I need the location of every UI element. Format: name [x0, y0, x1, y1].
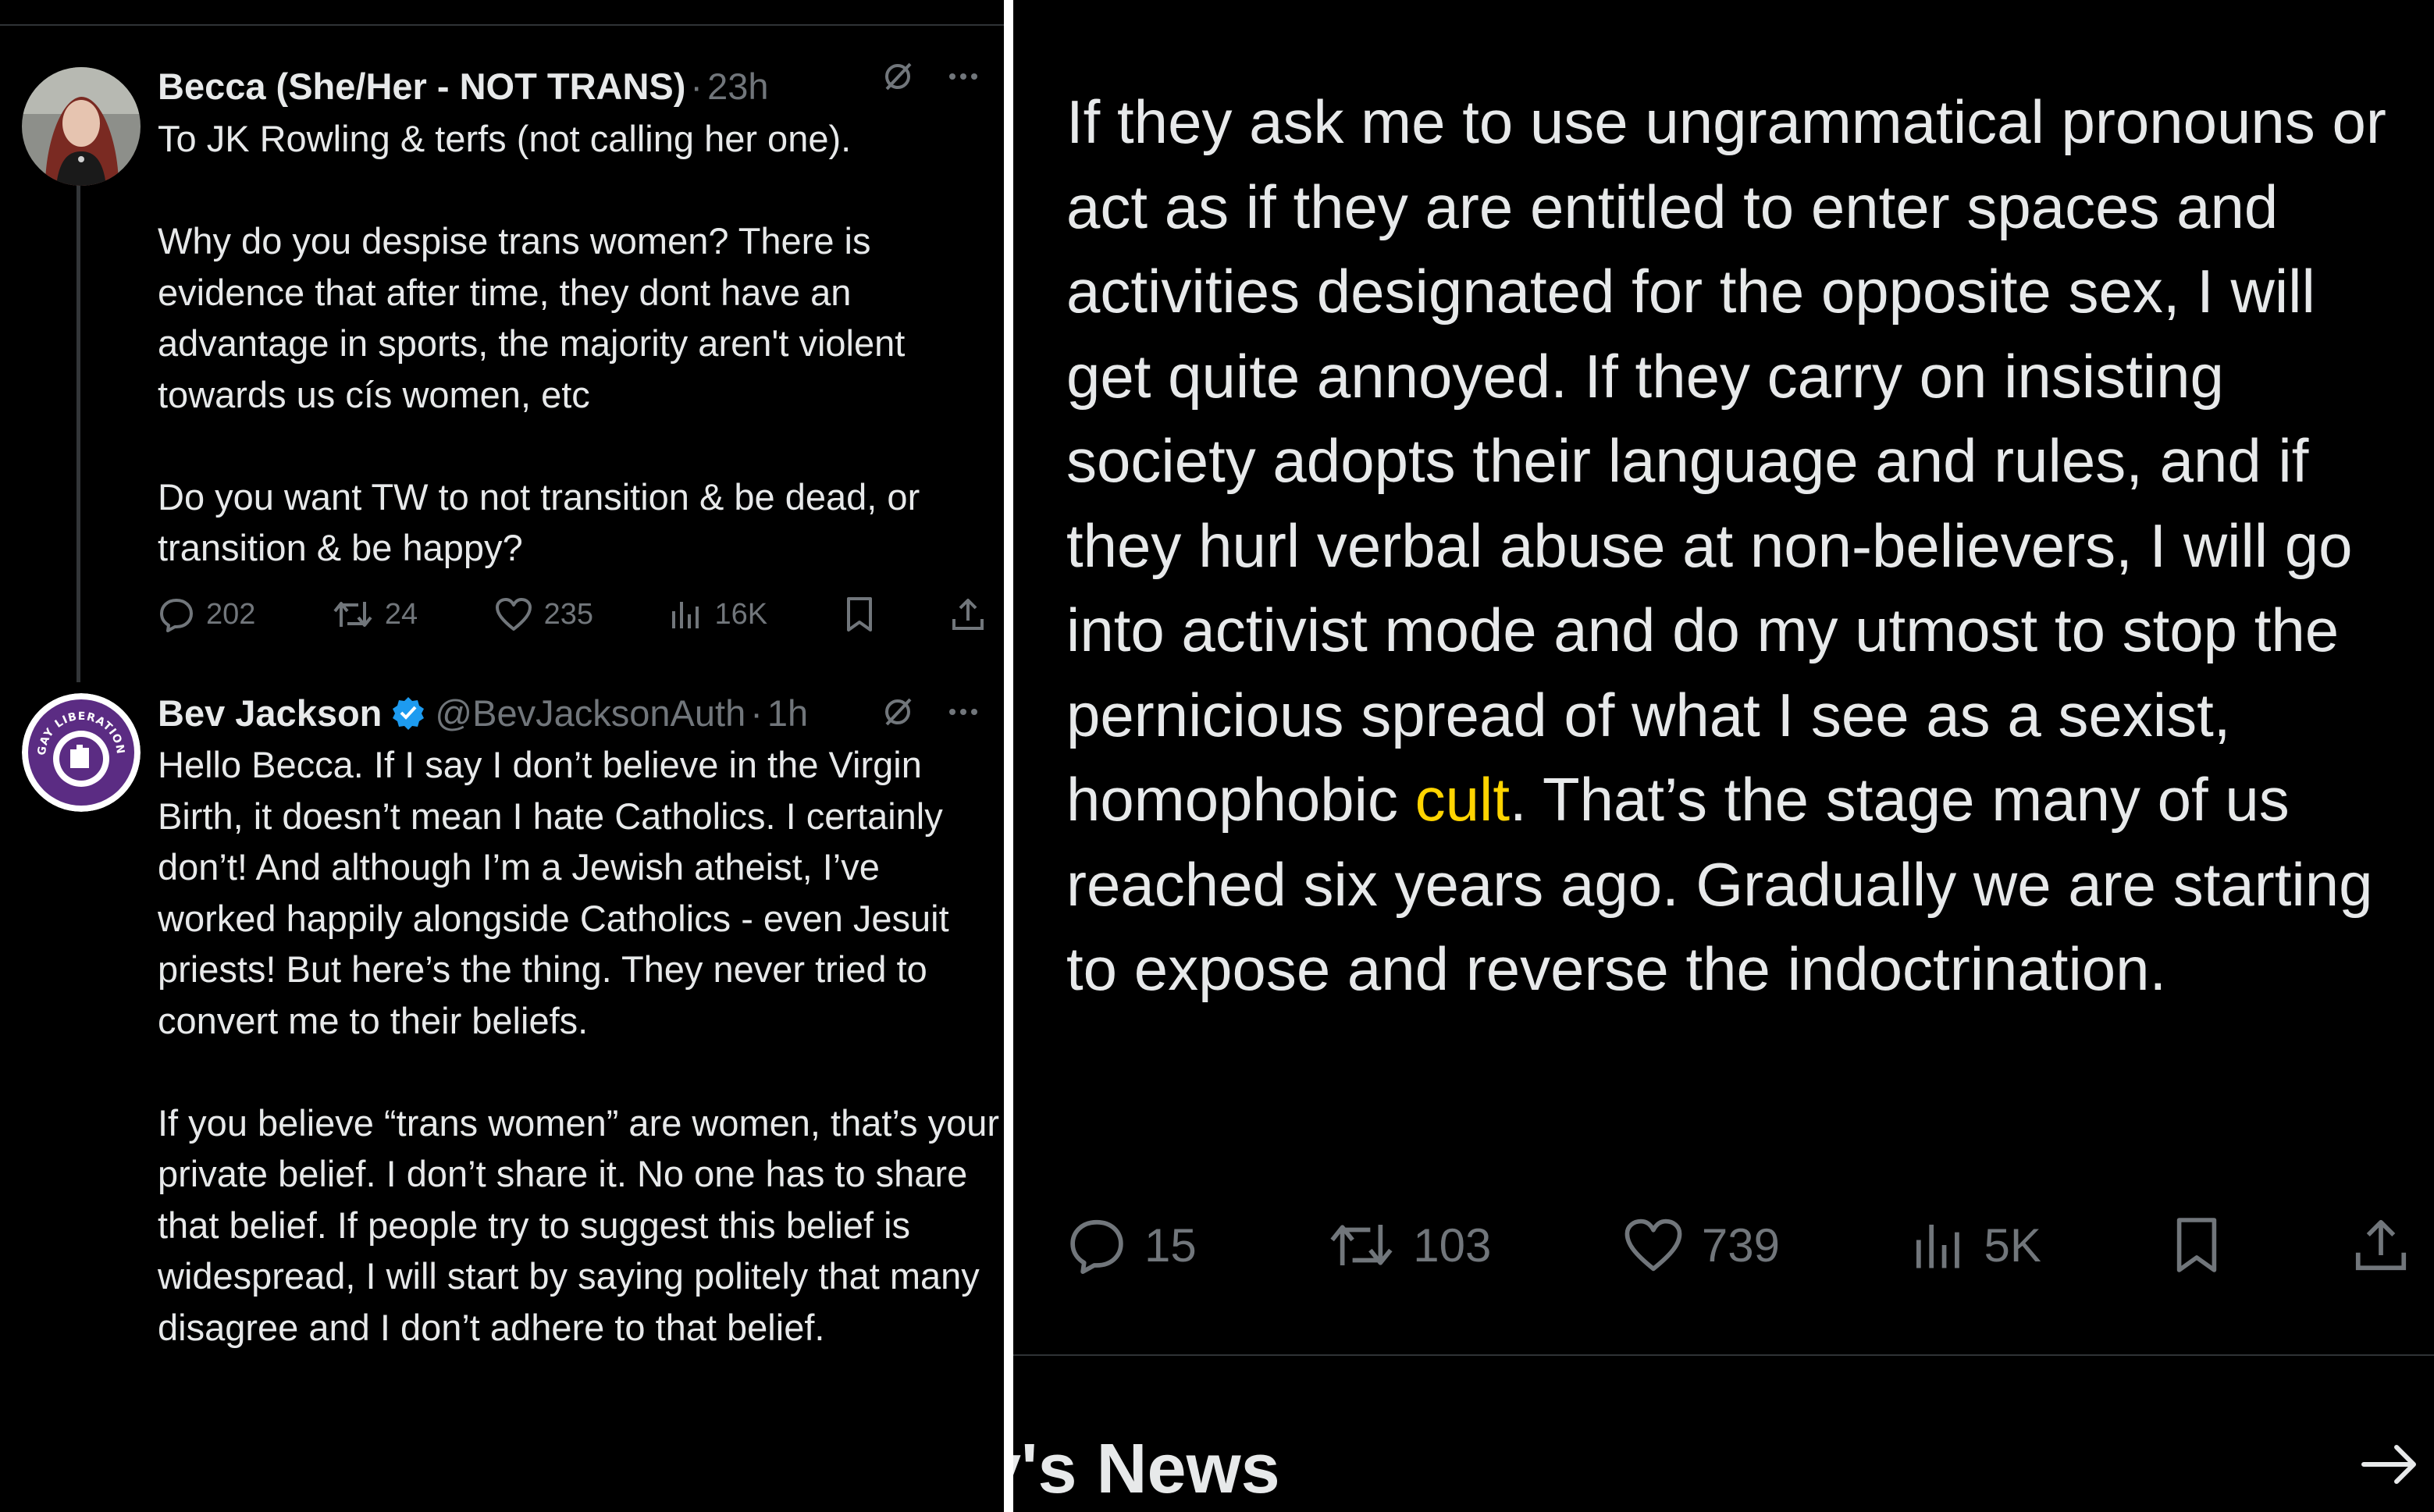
header-icons-becca — [881, 59, 980, 94]
action-row-becca: 202 24 235 16K — [158, 587, 985, 642]
grok-icon[interactable] — [881, 695, 915, 729]
repost-count: 24 — [384, 597, 418, 631]
views-icon — [1916, 1224, 1959, 1268]
more-icon[interactable] — [946, 59, 980, 94]
share-icon — [2355, 1219, 2407, 1271]
reply-icon — [160, 599, 193, 632]
bookmark-button[interactable] — [844, 596, 875, 633]
separator-dot: · — [690, 65, 703, 107]
repost-button[interactable]: 103 — [1327, 1215, 1491, 1275]
repost-icon — [333, 602, 372, 627]
display-name[interactable]: Becca (She/Her - NOT TRANS) — [158, 65, 685, 108]
tweet-continuation-text: If they ask me to use ungrammatical pron… — [1066, 80, 2409, 1012]
like-count: 739 — [1701, 1218, 1780, 1272]
bookmark-icon — [2177, 1218, 2217, 1272]
avatar-becca[interactable] — [22, 67, 141, 186]
reply-button[interactable]: 15 — [1066, 1215, 1197, 1275]
tweet-header-bev: Bev Jackson @BevJacksonAuth · 1h — [158, 685, 808, 740]
timestamp[interactable]: 23h — [707, 65, 768, 108]
grok-icon[interactable] — [881, 59, 915, 94]
thread-connector-line — [77, 184, 80, 682]
action-row-large: 15 103 739 5K — [1066, 1214, 2409, 1276]
share-icon — [952, 599, 984, 630]
left-screenshot-panel: Becca (She/Her - NOT TRANS) · 23h To JK … — [0, 0, 1004, 1512]
repost-button[interactable]: 24 — [332, 596, 418, 633]
like-icon — [1624, 1218, 1682, 1272]
display-name[interactable]: Bev Jackson — [158, 692, 382, 735]
more-icon[interactable] — [946, 695, 980, 729]
handle[interactable]: @BevJacksonAuth — [435, 692, 746, 735]
views-button[interactable]: 16K — [669, 597, 767, 631]
share-button[interactable] — [951, 596, 985, 633]
views-count: 16K — [714, 597, 768, 631]
bookmark-button[interactable] — [2172, 1215, 2222, 1275]
share-button[interactable] — [2353, 1215, 2409, 1275]
panel-divider — [1004, 0, 1013, 1512]
news-separator — [1013, 1354, 2434, 1356]
reply-icon — [1070, 1219, 1123, 1274]
timestamp[interactable]: 1h — [767, 692, 808, 735]
reply-button[interactable]: 202 — [158, 596, 255, 633]
repost-count: 103 — [1413, 1218, 1492, 1272]
news-section-title[interactable]: y's News — [1013, 1430, 1280, 1508]
tweet-header-becca: Becca (She/Her - NOT TRANS) · 23h — [158, 59, 768, 113]
tweet-text: Hello Becca. If I say I don’t believe in… — [158, 744, 1000, 1348]
like-button[interactable]: 235 — [494, 596, 593, 632]
text-before-highlight: If they ask me to use ungrammatical pron… — [1066, 87, 2386, 834]
top-divider — [0, 24, 1004, 26]
verified-badge-icon — [393, 697, 425, 730]
like-count: 235 — [543, 597, 593, 631]
avatar-bev-jackson[interactable]: GAY LIBERATION FRONT — [22, 693, 141, 812]
right-screenshot-panel: If they ask me to use ungrammatical pron… — [1013, 0, 2434, 1512]
bookmark-icon — [846, 597, 872, 631]
views-icon — [672, 602, 699, 628]
highlighted-word: cult — [1414, 765, 1511, 834]
separator-dot: · — [750, 692, 763, 734]
reply-count: 202 — [206, 597, 256, 631]
reply-count: 15 — [1144, 1218, 1197, 1272]
tweet-text: To JK Rowling & terfs (not calling her o… — [158, 118, 920, 568]
repost-icon — [1330, 1225, 1393, 1265]
views-button[interactable]: 5K — [1911, 1217, 2041, 1273]
like-button[interactable]: 739 — [1622, 1216, 1780, 1274]
header-icons-bev — [881, 695, 980, 729]
like-icon — [495, 598, 532, 631]
views-count: 5K — [1984, 1218, 2041, 1272]
arrow-right-icon[interactable] — [2359, 1439, 2422, 1489]
